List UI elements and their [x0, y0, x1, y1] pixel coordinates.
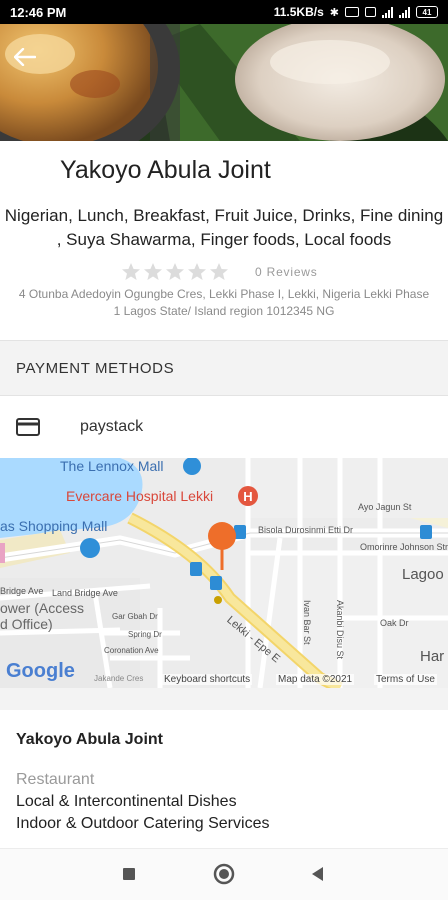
- map-data-credit: Map data ©2021: [276, 674, 355, 685]
- map-keyboard-shortcuts[interactable]: Keyboard shortcuts: [162, 674, 253, 685]
- vibrate-icon: [345, 7, 359, 17]
- reviews-count[interactable]: 0 Reviews: [255, 265, 318, 279]
- square-icon: [123, 868, 135, 880]
- map-label-han: Har: [420, 648, 445, 665]
- svg-text:H: H: [243, 489, 252, 504]
- hero-image: [0, 24, 448, 141]
- map-label-lagoon: Lagoo: [402, 566, 444, 583]
- rating-row: 0 Reviews: [121, 262, 318, 282]
- status-icons: 11.5KB/s ✱ 41: [274, 5, 438, 19]
- info-restaurant-type: Restaurant: [16, 771, 95, 788]
- map-label-gbah: Gar Gbah Dr: [112, 612, 158, 621]
- restaurant-address: 4 Otunba Adedoyin Ogungbe Cres, Lekki Ph…: [18, 287, 430, 318]
- map-label-oak: Oak Dr: [380, 618, 409, 628]
- map-label-ivan: Ivan Bar St: [302, 600, 312, 645]
- back-nav-button[interactable]: [304, 861, 330, 887]
- home-button[interactable]: [211, 861, 237, 887]
- map-label-bridge-ave: Bridge Ave: [0, 586, 44, 596]
- star-icon: [210, 263, 228, 280]
- info-description-line-2: Indoor & Outdoor Catering Services: [16, 815, 270, 832]
- info-restaurant-name: Yakoyo Abula Joint: [16, 731, 163, 748]
- payment-method-name: paystack: [80, 418, 144, 435]
- section-divider: [0, 688, 448, 710]
- recents-button[interactable]: [116, 861, 142, 887]
- circle-icon: [213, 863, 235, 885]
- cuisine-list: Nigerian, Lunch, Breakfast, Fruit Juice,…: [4, 206, 444, 249]
- back-button[interactable]: [10, 44, 40, 74]
- info-description-line-1: Local & Intercontinental Dishes: [16, 793, 237, 810]
- signal-icon: [382, 6, 393, 18]
- battery-icon: 41: [416, 6, 438, 18]
- map-terms-link[interactable]: Terms of Use: [374, 674, 437, 685]
- status-bar: 12:46 PM 11.5KB/s ✱ 41: [0, 0, 448, 24]
- map-label-shopping: as Shopping Mall: [0, 518, 108, 534]
- signal-2-icon: [399, 6, 410, 18]
- star-icon: [144, 263, 162, 280]
- google-logo: Google: [6, 660, 75, 682]
- sim-icon: [365, 7, 376, 17]
- battery-level: 41: [422, 7, 432, 17]
- credit-card-icon: [16, 418, 40, 436]
- map-label-coronation: Coronation Ave: [104, 646, 159, 655]
- bluetooth-icon: ✱: [329, 6, 339, 19]
- map-label-spring: Spring Dr: [128, 630, 162, 639]
- star-icon: [166, 263, 184, 280]
- map-label-lennox: The Lennox Mall: [60, 458, 164, 474]
- restaurant-name: Yakoyo Abula Joint: [60, 156, 271, 184]
- payment-methods-title: PAYMENT METHODS: [16, 359, 175, 377]
- arrow-left-icon: [13, 45, 37, 73]
- star-icon: [122, 263, 140, 280]
- map-label-akanbi: Akanbi Disu St: [335, 600, 345, 660]
- map-label-bisola: Bisola Durosinmi Etti Dr: [258, 525, 354, 535]
- system-nav-bar: [0, 848, 448, 900]
- map-label-omorinre: Omorinre Johnson Street: [360, 542, 448, 552]
- map-label-access1: ower (Access: [0, 600, 85, 616]
- map-label-ayo: Ayo Jagun St: [358, 502, 412, 512]
- network-speed: 11.5KB/s: [273, 5, 324, 19]
- map-label-land-bridge: Land Bridge Ave: [52, 588, 118, 598]
- star-icon: [188, 263, 206, 280]
- map-label-evercare: Evercare Hospital Lekki: [66, 488, 214, 504]
- map-label-access2: d Office): [0, 616, 53, 632]
- payment-methods-header: PAYMENT METHODS: [0, 340, 448, 396]
- location-map[interactable]: H The Lennox Mall Evercare Hospital Lekk…: [0, 458, 448, 688]
- payment-method-item[interactable]: paystack: [0, 398, 448, 456]
- map-label-jakande: Jakande Cres: [94, 674, 144, 683]
- status-time: 12:46 PM: [10, 4, 67, 20]
- triangle-back-icon: [312, 867, 323, 881]
